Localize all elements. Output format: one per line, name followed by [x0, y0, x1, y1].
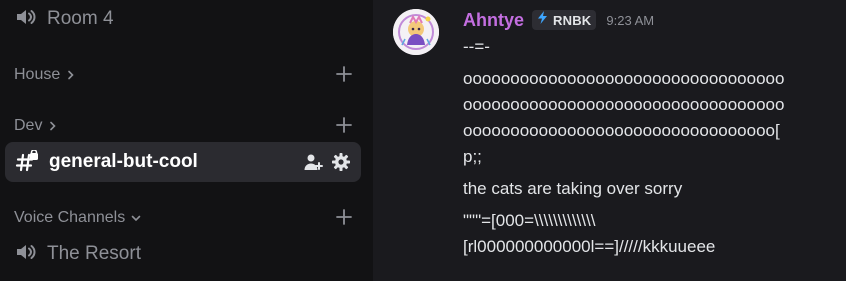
message-header: Ahntye RNBK 9:23 AM	[463, 8, 654, 32]
message-line: --=-	[463, 37, 490, 56]
message-line: oooooooooooooooooooooooooooooooooo	[463, 69, 785, 88]
username[interactable]: Ahntye	[463, 10, 524, 31]
locked-hash-icon	[15, 149, 39, 174]
voice-channel-label: Room 4	[47, 8, 114, 29]
category-label: Voice Channels	[14, 209, 126, 226]
message-line: """=[000=\\\\\\\\\\\\\	[463, 211, 596, 230]
category-label: House	[14, 66, 61, 83]
chevron-down-icon	[131, 213, 141, 223]
channel-sidebar: Room 4 House Dev general-but-cool Voice …	[0, 0, 373, 281]
channel-label: general-but-cool	[49, 151, 198, 172]
message-line: oooooooooooooooooooooooooooooooooo	[463, 95, 785, 114]
voice-channel-label: The Resort	[47, 243, 141, 264]
speaker-icon	[14, 240, 38, 269]
chevron-right-icon	[66, 70, 76, 80]
create-channel-plus-icon[interactable]	[335, 208, 353, 226]
lightning-icon	[535, 10, 550, 30]
message-content: --=- oooooooooooooooooooooooooooooooooo …	[463, 34, 833, 260]
category-voice-channels[interactable]: Voice Channels	[14, 206, 353, 230]
category-dev[interactable]: Dev	[14, 114, 353, 138]
message-line: ooooooooooooooooooooooooooooooooo[	[463, 121, 780, 140]
chevron-right-icon	[48, 121, 58, 131]
avatar[interactable]	[393, 9, 439, 55]
server-tag-label: RNBK	[553, 12, 592, 28]
category-label: Dev	[14, 117, 43, 134]
server-tag[interactable]: RNBK	[532, 10, 597, 30]
channel-general-but-cool[interactable]: general-but-cool	[5, 142, 361, 182]
voice-channel-the-resort[interactable]: The Resort	[14, 239, 141, 269]
create-channel-plus-icon[interactable]	[335, 65, 353, 83]
create-channel-plus-icon[interactable]	[335, 116, 353, 134]
chat-area: Ahntye RNBK 9:23 AM --=- ooooooooooooooo…	[373, 0, 846, 281]
category-house[interactable]: House	[14, 63, 353, 87]
speaker-icon	[14, 5, 38, 34]
timestamp: 9:23 AM	[606, 12, 655, 28]
voice-channel-room-4[interactable]: Room 4	[14, 4, 114, 34]
invite-user-icon[interactable]	[303, 152, 323, 177]
message-line: the cats are taking over sorry	[463, 179, 683, 198]
message-line: p;;	[463, 147, 482, 166]
gear-icon[interactable]	[331, 152, 351, 177]
message-line: [rl000000000000l==]/////kkkuueee	[463, 237, 716, 256]
